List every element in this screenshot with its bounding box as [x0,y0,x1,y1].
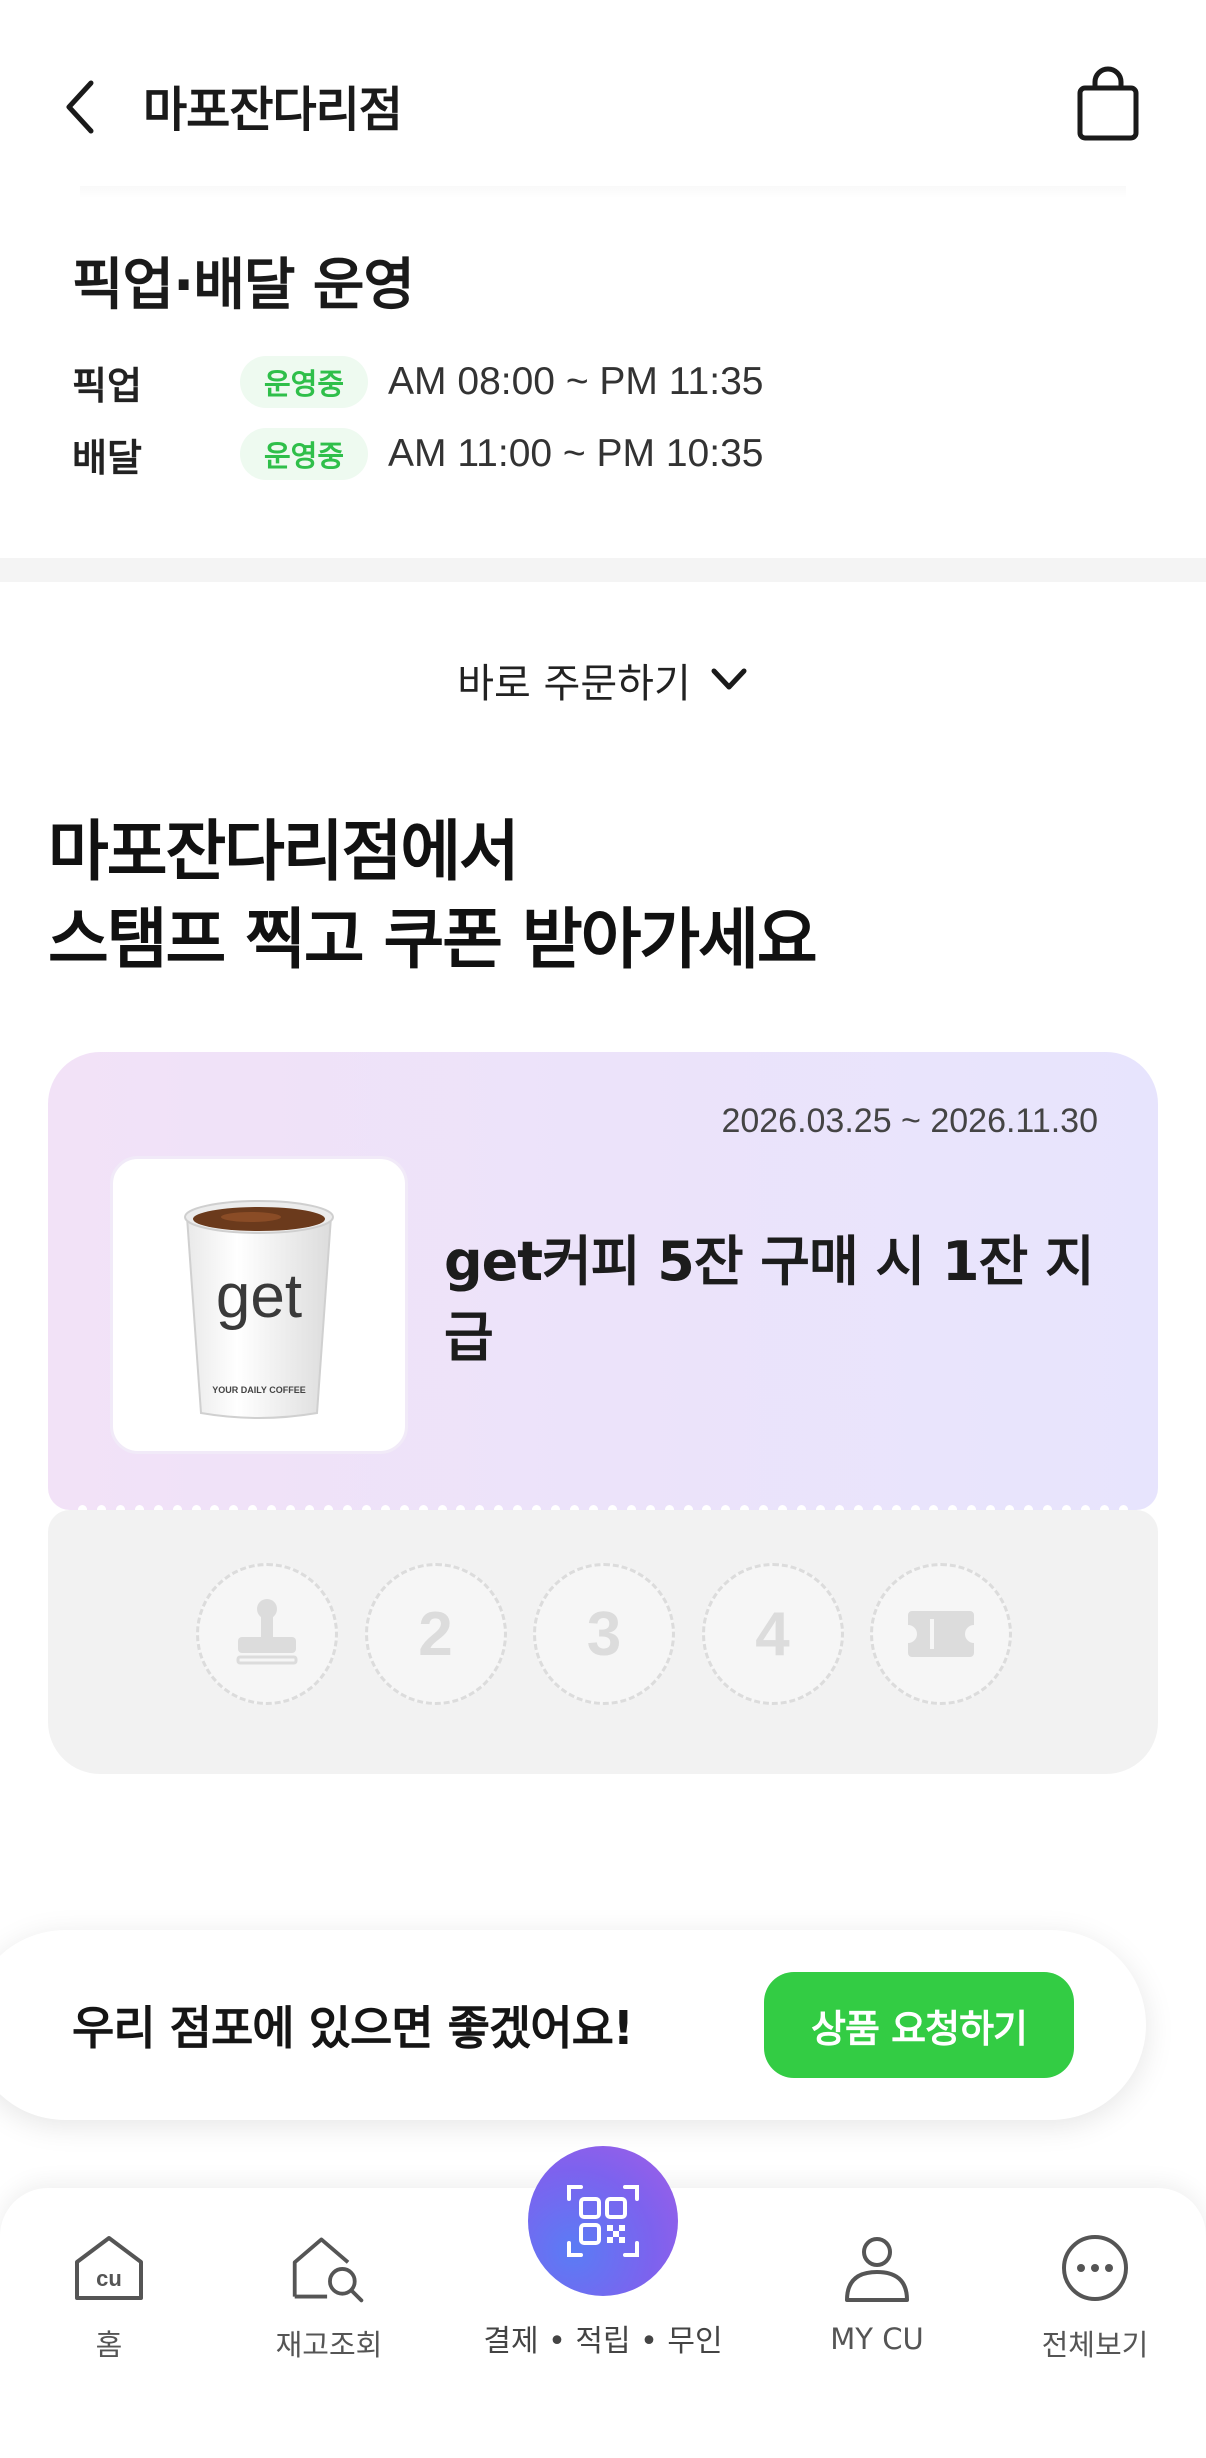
operation-title: 픽업·배달 운영 [72,253,415,318]
nav-stock-label: 재고조회 [275,2328,383,2362]
nav-my-cu-label: MY CU [830,2322,924,2356]
nav-payment-qr-button[interactable] [528,2146,678,2296]
nav-stock[interactable]: 재고조회 [249,2228,409,2364]
stamp-slot-4: 4 [701,1563,844,1705]
product-request-banner: 우리 점포에 있으면 좋겠어요! 상품 요청하기 [0,1930,1146,2120]
stamp-headline: 마포잔다리점에서 스탬프 찍고 쿠폰 받아가세요 [48,808,818,984]
stamp-icon [236,1599,298,1665]
product-logo-subtext: YOUR DAILY COFFEE [212,1385,306,1395]
stamp-slot-1 [196,1563,338,1705]
chevron-down-icon [709,660,749,700]
top-header: 마포잔다리점 [0,0,1206,210]
svg-text:cu: cu [96,2266,122,2291]
stamp-headline-line1: 마포잔다리점에서 [48,813,520,890]
bottom-nav: cu 홈 재고조회 결제 • 적립 • 무인 MY CU 전체보기 [0,2146,1206,2458]
nav-home-label: 홈 [95,2328,123,2362]
stamp-slot-3: 3 [533,1563,675,1705]
coupon-card[interactable]: 2026.03.25 ~ 2026.11.30 get YOUR DAILY C… [48,1052,1158,1510]
delivery-label: 배달 [72,435,142,480]
coffee-cup-image: get YOUR DAILY COFFEE [184,1200,334,1419]
quick-order-label: 바로 주문하기 [457,661,691,707]
stamp-board: 2 3 4 [48,1510,1158,1774]
person-icon [837,2228,917,2308]
nav-home[interactable]: cu 홈 [29,2228,189,2364]
pickup-hours: AM 08:00 ~ PM 11:35 [388,360,764,403]
back-button[interactable] [55,72,105,142]
coupon-product-name: get커피 5잔 구매 시 1잔 지급 [444,1230,1095,1369]
page-title: 마포잔다리점 [143,82,403,138]
stock-search-icon [289,2228,369,2308]
pickup-row: 픽업 운영중 AM 08:00 ~ PM 11:35 [72,352,763,412]
delivery-row: 배달 운영중 AM 11:00 ~ PM 10:35 [72,424,763,484]
pickup-label: 픽업 [72,363,142,408]
section-divider [0,558,1206,582]
shopping-bag-button[interactable] [1075,66,1141,142]
nav-my-cu[interactable]: MY CU [797,2228,957,2356]
product-request-text: 우리 점포에 있으면 좋겠어요! [72,2001,634,2055]
stamp-slot-2: 2 [364,1563,507,1705]
coupon-period: 2026.03.25 ~ 2026.11.30 [721,1102,1098,1140]
nav-more[interactable]: 전체보기 [1015,2228,1175,2364]
ticket-icon [908,1611,974,1657]
nav-payment-label: 결제 • 적립 • 무인 [483,2324,723,2359]
cu-home-icon: cu [69,2228,149,2308]
delivery-hours: AM 11:00 ~ PM 10:35 [388,432,764,475]
more-icon [1055,2228,1135,2308]
product-request-button[interactable]: 상품 요청하기 [764,1972,1074,2078]
nav-more-label: 전체보기 [1041,2328,1149,2362]
back-arrow-icon [66,80,94,134]
delivery-status-badge: 운영중 [240,428,369,480]
stamp-headline-line2: 스탬프 찍고 쿠폰 받아가세요 [48,901,818,978]
quick-order-toggle[interactable]: 바로 주문하기 [0,640,1206,720]
stamp-slot-reward [870,1563,1012,1705]
header-divider [80,186,1126,198]
stamp-slots: 2 3 4 [196,1563,1012,1705]
operation-section: 픽업·배달 운영 픽업 운영중 AM 08:00 ~ PM 11:35 배달 운… [0,210,1206,558]
qr-code-icon [567,2185,639,2257]
shopping-bag-icon [1077,66,1139,141]
product-logo-text: get [216,1262,302,1331]
pickup-status-badge: 운영중 [240,356,369,408]
product-image: get YOUR DAILY COFFEE [110,1156,408,1454]
